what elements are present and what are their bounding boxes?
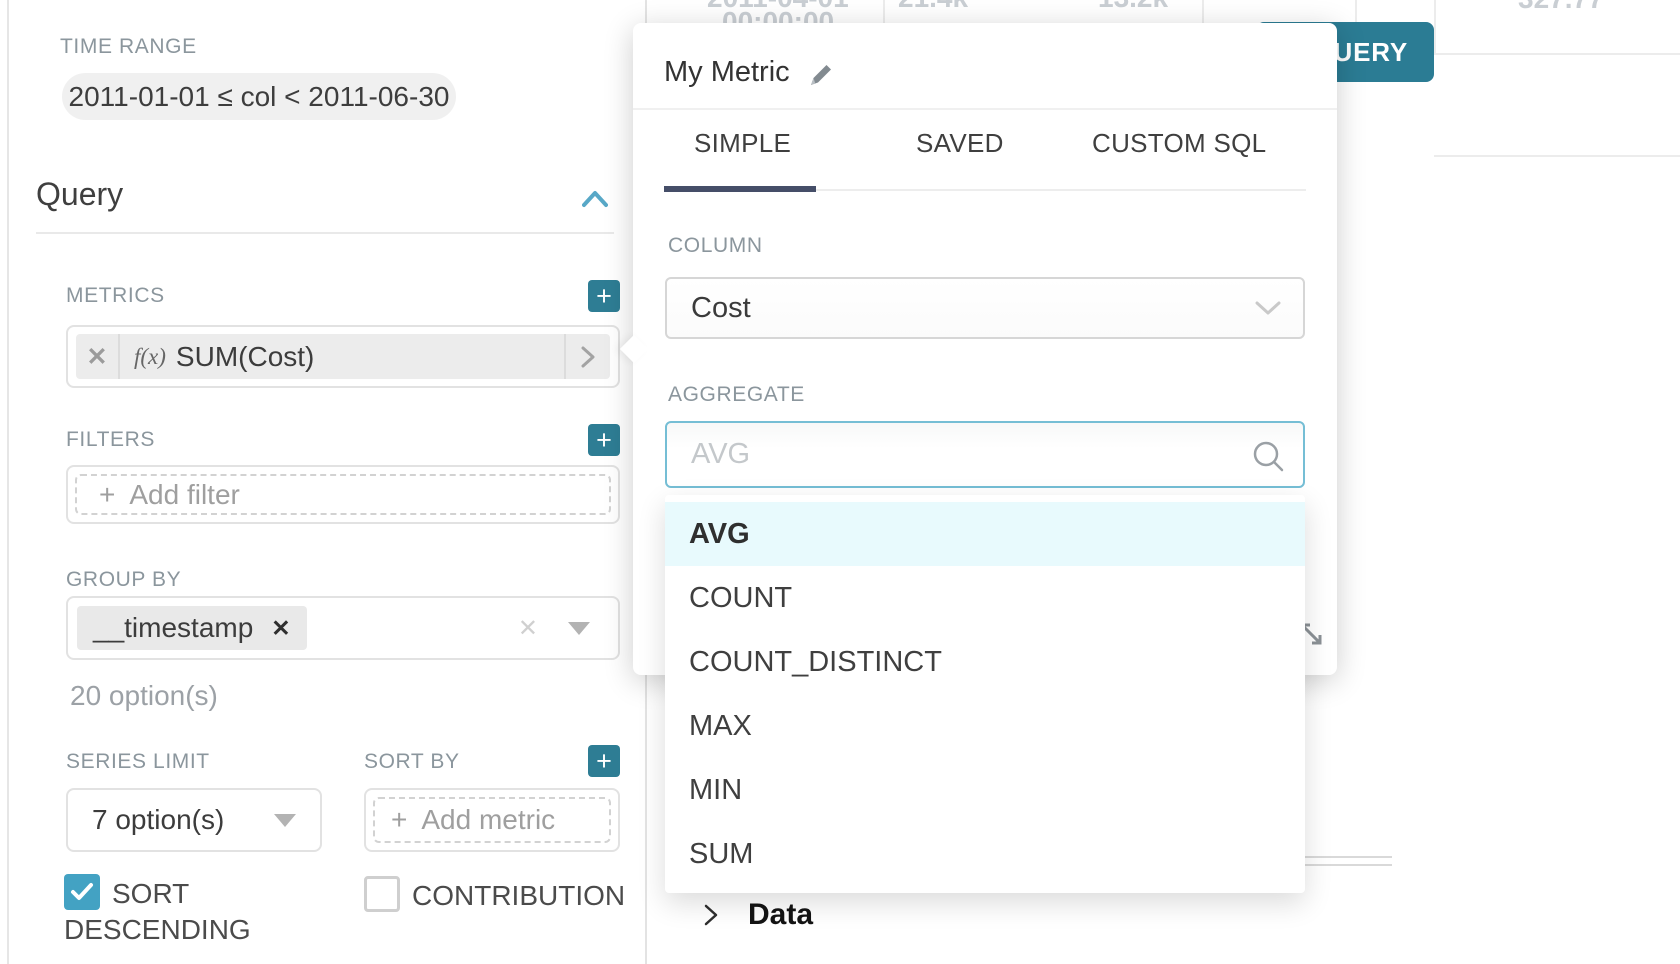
group-by-select[interactable]: __timestamp ✕ ✕ <box>66 596 620 660</box>
sort-descending-checkbox[interactable] <box>64 874 100 910</box>
tag-label: __timestamp <box>93 612 253 644</box>
group-by-options-hint: 20 option(s) <box>70 680 218 712</box>
divider <box>36 232 614 234</box>
series-limit-select[interactable]: 7 option(s) <box>66 788 322 852</box>
pencil-icon <box>807 61 835 89</box>
sort-by-container: + Add metric <box>364 788 620 852</box>
add-filter-label: Add filter <box>129 479 240 511</box>
table-grid-line <box>1434 155 1680 157</box>
series-limit-value: 7 option(s) <box>92 804 224 836</box>
add-metric-label: Add metric <box>421 804 555 836</box>
option-count-distinct[interactable]: COUNT_DISTINCT <box>665 630 1305 694</box>
explore-view: 2011-04-01 00:00:00 21.4k 13.2k 327.77 U… <box>0 0 1680 964</box>
metric-pill[interactable]: ✕ f(x) SUM(Cost) <box>76 334 610 379</box>
tab-custom-sql[interactable]: CUSTOM SQL <box>1092 128 1266 159</box>
plus-icon: + <box>99 479 115 511</box>
caret-down-icon[interactable] <box>568 622 590 635</box>
search-icon <box>1251 439 1287 480</box>
column-label: COLUMN <box>668 234 763 258</box>
table-grid-line <box>1202 0 1204 23</box>
add-sort-metric-button[interactable]: + Add metric <box>373 797 611 843</box>
remove-metric-icon[interactable]: ✕ <box>76 342 118 372</box>
panel-left-border <box>7 0 9 964</box>
tab-simple[interactable]: SIMPLE <box>694 128 791 159</box>
collapse-section-button[interactable] <box>582 189 608 214</box>
divider <box>118 334 120 379</box>
table-grid-line <box>883 0 885 23</box>
table-grid-line <box>1434 53 1680 55</box>
caret-down-icon <box>274 814 296 827</box>
aggregate-options-dropdown: AVG COUNT COUNT_DISTINCT MAX MIN SUM <box>665 495 1305 893</box>
column-value: Cost <box>691 292 751 325</box>
sort-by-label: SORT BY <box>364 750 460 774</box>
metrics-label: METRICS <box>66 284 165 308</box>
divider <box>633 108 1337 110</box>
option-avg[interactable]: AVG <box>665 502 1305 566</box>
sort-descending-label-line2: DESCENDING <box>64 914 251 946</box>
chevron-right-icon <box>700 902 722 928</box>
contribution-label: CONTRIBUTION <box>412 880 625 912</box>
contribution-checkbox[interactable] <box>364 876 400 912</box>
remove-tag-icon[interactable]: ✕ <box>271 615 290 642</box>
table-cell-value: 21.4k <box>898 0 968 14</box>
check-icon <box>70 882 94 902</box>
add-metric-plus-button[interactable]: + <box>588 280 620 312</box>
filters-label: FILTERS <box>66 428 155 452</box>
edit-metric-button[interactable] <box>566 345 610 369</box>
option-min[interactable]: MIN <box>665 758 1305 822</box>
function-icon: f(x) <box>134 344 166 370</box>
aggregate-select[interactable] <box>665 421 1305 488</box>
popover-arrow <box>620 335 648 363</box>
sort-descending-label-line1: SORT <box>112 878 189 910</box>
edit-title-button[interactable] <box>807 61 835 94</box>
query-section-title: Query <box>36 176 123 213</box>
option-max[interactable]: MAX <box>665 694 1305 758</box>
option-sum[interactable]: SUM <box>665 822 1305 886</box>
add-filter-button[interactable]: + Add filter <box>75 474 611 515</box>
group-by-tag[interactable]: __timestamp ✕ <box>77 606 307 650</box>
table-cell-value: 13.2k <box>1098 0 1168 14</box>
option-count[interactable]: COUNT <box>665 566 1305 630</box>
add-sort-metric-plus-button[interactable]: + <box>588 745 620 777</box>
clear-select-icon[interactable]: ✕ <box>518 614 538 643</box>
chevron-down-icon <box>1255 301 1281 316</box>
metric-name: SUM(Cost) <box>176 341 564 373</box>
chevron-right-icon <box>579 345 597 369</box>
aggregate-search-input[interactable] <box>667 423 1303 486</box>
popover-title: My Metric <box>664 56 790 89</box>
table-cell-value: 327.77 <box>1518 0 1604 15</box>
add-filter-plus-button[interactable]: + <box>588 424 620 456</box>
group-by-label: GROUP BY <box>66 568 181 592</box>
chevron-up-icon <box>582 189 608 209</box>
time-range-pill[interactable]: 2011-01-01 ≤ col < 2011-06-30 <box>62 73 456 120</box>
plus-icon: + <box>391 804 407 836</box>
time-range-label: TIME RANGE <box>60 35 197 59</box>
series-limit-label: SERIES LIMIT <box>66 750 210 774</box>
active-tab-indicator <box>664 186 816 192</box>
column-select[interactable]: Cost <box>665 277 1305 339</box>
data-panel-title: Data <box>748 898 813 932</box>
metrics-container: ✕ f(x) SUM(Cost) <box>66 325 620 388</box>
aggregate-label: AGGREGATE <box>668 383 805 407</box>
table-grid-line <box>1434 0 1436 53</box>
filters-container: + Add filter <box>66 465 620 524</box>
tab-saved[interactable]: SAVED <box>916 128 1004 159</box>
expand-data-panel-button[interactable] <box>700 902 722 933</box>
